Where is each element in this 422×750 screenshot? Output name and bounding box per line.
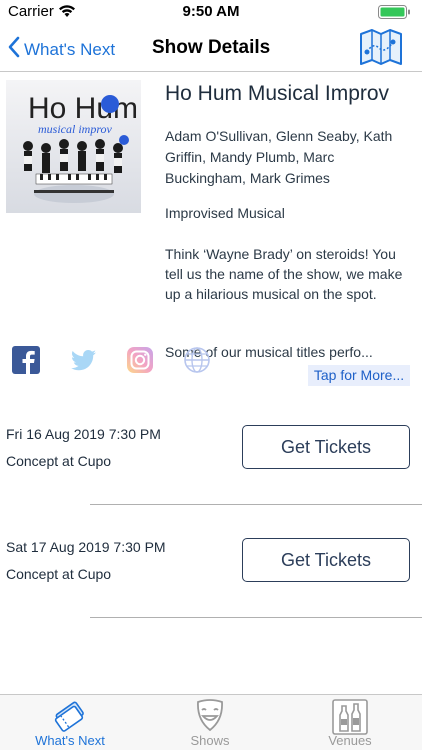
back-button[interactable]: What's Next <box>8 36 115 63</box>
tab-shows[interactable]: Shows <box>140 695 280 750</box>
performance-venue: Concept at Cupo <box>6 453 112 469</box>
show-genre: Improvised Musical <box>165 205 285 221</box>
clock: 9:50 AM <box>182 3 240 20</box>
globe-icon[interactable] <box>182 345 212 375</box>
chevron-left-icon <box>8 36 20 63</box>
show-description: Think ‘Wayne Brady’ on steroids! You tel… <box>165 246 403 302</box>
poster-title-text: Ho Hum <box>28 92 138 125</box>
navigation-bar: What's Next Show Details <box>0 24 422 72</box>
twitter-icon[interactable] <box>68 345 98 375</box>
tap-for-more-button[interactable]: Tap for More... <box>308 365 410 386</box>
performance-date: Fri 16 Aug 2019 7:30 PM <box>6 426 161 442</box>
performance-venue: Concept at Cupo <box>6 566 112 582</box>
row-divider <box>90 617 422 618</box>
show-title: Ho Hum Musical Improv <box>165 82 390 105</box>
map-button[interactable] <box>358 28 404 68</box>
page-title: Show Details <box>152 37 271 58</box>
tab-label: Shows <box>190 733 230 748</box>
performance-row: Fri 16 Aug 2019 7:30 PM Concept at Cupo … <box>0 412 422 524</box>
battery-icon <box>378 5 412 24</box>
map-icon <box>360 29 402 65</box>
tab-whats-next[interactable]: What's Next <box>0 695 140 750</box>
show-poster-image: Ho Hum musical improv <box>6 80 141 213</box>
tab-label: Venues <box>328 733 372 748</box>
back-button-label: What's Next <box>24 39 116 59</box>
poster-subtitle-text: musical improv <box>38 122 113 136</box>
show-cast: Adam O'Sullivan, Glenn Seaby, Kath Griff… <box>165 128 393 186</box>
instagram-icon[interactable] <box>125 345 155 375</box>
performance-row: Sat 17 Aug 2019 7:30 PM Concept at Cupo … <box>0 525 422 637</box>
tab-bar: What's Next Shows Venues <box>0 694 422 750</box>
row-divider <box>90 504 422 505</box>
get-tickets-button[interactable]: Get Tickets <box>242 538 410 582</box>
tab-venues[interactable]: Venues <box>280 695 420 750</box>
tab-label: What's Next <box>35 733 105 748</box>
status-bar: Carrier 9:50 AM <box>0 0 422 24</box>
tickets-icon <box>50 698 90 737</box>
facebook-icon[interactable] <box>11 345 41 375</box>
performance-date: Sat 17 Aug 2019 7:30 PM <box>6 539 166 555</box>
get-tickets-button[interactable]: Get Tickets <box>242 425 410 469</box>
